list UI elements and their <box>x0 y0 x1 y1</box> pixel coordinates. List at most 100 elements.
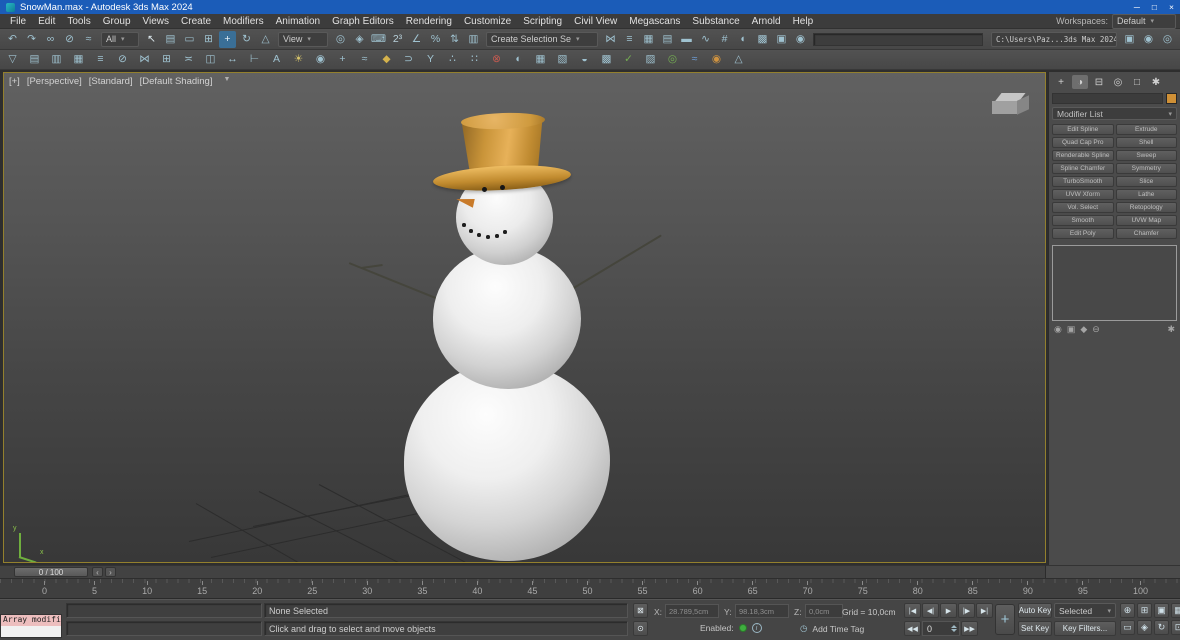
modifier-extrude-button[interactable]: Extrude <box>1116 124 1178 135</box>
zoom-extents-icon[interactable]: ▣ <box>1154 603 1169 618</box>
modifier-sweep-button[interactable]: Sweep <box>1116 150 1178 161</box>
modifier-renderable-spline-button[interactable]: Renderable Spline <box>1052 150 1114 161</box>
menubar-item[interactable]: Customize <box>458 16 517 27</box>
previous-frame-button[interactable]: ◀| <box>922 603 939 618</box>
unwrap-uvw-icon[interactable]: ▧ <box>554 51 571 68</box>
next-frame-button[interactable]: |▶ <box>958 603 975 618</box>
play-button[interactable]: ▶ <box>940 603 957 618</box>
light-icon[interactable]: ☀ <box>290 51 307 68</box>
morph-icon[interactable]: ◒ <box>576 51 593 68</box>
render-flyout-icon[interactable]: ▣ <box>1121 31 1138 48</box>
select-and-move-icon[interactable]: + <box>219 31 236 48</box>
modifier-edit-spline-button[interactable]: Edit Spline <box>1052 124 1114 135</box>
modifier-list-dropdown[interactable]: Modifier List <box>1052 107 1177 120</box>
auto-key-button[interactable]: Auto Key <box>1018 603 1052 618</box>
menubar-item[interactable]: File <box>4 16 32 27</box>
skin-icon[interactable]: ▩ <box>598 51 615 68</box>
snaps-toggle-icon[interactable]: 2³ <box>389 31 406 48</box>
menubar-item[interactable]: Scripting <box>517 16 568 27</box>
menubar-item[interactable]: Group <box>97 16 137 27</box>
reference-coordinate-dropdown[interactable]: View <box>278 32 328 47</box>
time-slider-handle[interactable]: 0 / 100 <box>14 567 88 577</box>
arnold-icon[interactable]: △ <box>730 51 747 68</box>
modifier-quad-cap-pro-button[interactable]: Quad Cap Pro <box>1052 137 1114 148</box>
show-end-result-icon[interactable]: ▣ <box>1067 324 1076 335</box>
menubar-item[interactable]: Graph Editors <box>326 16 400 27</box>
physics-icon[interactable]: ✓ <box>620 51 637 68</box>
menubar-item[interactable]: Substance <box>686 16 745 27</box>
workspaces-dropdown[interactable]: Default <box>1112 14 1176 29</box>
crowd-icon[interactable]: ∴ <box>444 51 461 68</box>
select-object-icon[interactable]: ↖ <box>143 31 160 48</box>
schematic-view-icon[interactable]: # <box>716 31 733 48</box>
modifier-retopology-button[interactable]: Retopology <box>1116 202 1178 213</box>
teapot-icon[interactable]: ◆ <box>378 51 395 68</box>
menubar-item[interactable]: Megascans <box>623 16 686 27</box>
next-key-button[interactable]: ▶▶ <box>961 621 978 636</box>
modifier-spline-chamfer-button[interactable]: Spline Chamfer <box>1052 163 1114 174</box>
orbit-icon[interactable]: ↻ <box>1154 620 1169 635</box>
spacing-tool-icon[interactable]: ↔ <box>224 51 241 68</box>
massfx-icon[interactable]: ◎ <box>664 51 681 68</box>
angle-snap-icon[interactable]: ∠ <box>408 31 425 48</box>
particles-icon[interactable]: ∷ <box>466 51 483 68</box>
tab-create[interactable]: + <box>1053 75 1069 89</box>
modifier-lathe-button[interactable]: Lathe <box>1116 189 1178 200</box>
render-setup-icon[interactable]: ▩ <box>754 31 771 48</box>
project-path-dropdown[interactable]: C:\Users\Paz...3ds Max 2024 <box>991 32 1117 47</box>
align-icon[interactable]: ≡ <box>621 31 638 48</box>
select-by-name-icon[interactable]: ▤ <box>162 31 179 48</box>
configure-modifier-sets-icon[interactable]: ✱ <box>1167 324 1175 335</box>
isolate-selection-icon[interactable]: ⊙ <box>633 621 648 636</box>
z-coordinate-field[interactable]: 0,0cm <box>805 604 843 618</box>
macro-recorder-line[interactable]: Array modifi <box>1 615 61 626</box>
layer-explorer-icon[interactable]: ▤ <box>659 31 676 48</box>
menubar-item[interactable]: Modifiers <box>217 16 270 27</box>
menubar-item[interactable]: Civil View <box>568 16 623 27</box>
tab-motion[interactable]: ◎ <box>1110 75 1126 89</box>
pan-icon[interactable]: ◈ <box>1137 620 1152 635</box>
use-pivot-center-icon[interactable]: ◎ <box>332 31 349 48</box>
spinner-snap-icon[interactable]: ⇅ <box>446 31 463 48</box>
previous-frame-arrow[interactable]: ‹ <box>92 567 103 577</box>
maximize-viewport-icon[interactable]: ⊡ <box>1171 620 1180 635</box>
percent-snap-icon[interactable]: % <box>427 31 444 48</box>
tab-utilities[interactable]: ✱ <box>1148 75 1164 89</box>
render-production-icon[interactable]: ◉ <box>792 31 809 48</box>
undo-icon[interactable]: ↶ <box>4 31 21 48</box>
menubar-item[interactable]: Rendering <box>400 16 458 27</box>
mirror-icon[interactable]: ⋈ <box>602 31 619 48</box>
enabled-indicator[interactable] <box>739 624 747 632</box>
selection-filter-dropdown[interactable]: All <box>101 32 139 47</box>
object-name-field[interactable] <box>1052 93 1163 104</box>
current-frame-field[interactable]: 0 <box>922 621 960 636</box>
previous-key-button[interactable]: ◀◀ <box>904 621 921 636</box>
time-tag-group[interactable]: ◷ Add Time Tag <box>800 623 864 634</box>
selection-set-dropdown[interactable]: Selected <box>1054 603 1116 618</box>
array-tool-icon[interactable]: ⊞ <box>158 51 175 68</box>
modifier-turbosmooth-button[interactable]: TurboSmooth <box>1052 176 1114 187</box>
add-keyframe-button[interactable]: + <box>995 604 1015 635</box>
viewport-shading-token[interactable]: [Default Shading] <box>140 76 213 87</box>
space-warp-icon[interactable]: ≈ <box>356 51 373 68</box>
zoom-region-icon[interactable]: ▭ <box>1120 620 1135 635</box>
tab-hierarchy[interactable]: ⊟ <box>1091 75 1107 89</box>
key-filters-button[interactable]: Key Filters... <box>1054 621 1116 636</box>
modifier-edit-poly-button[interactable]: Edit Poly <box>1052 228 1114 239</box>
select-and-link-icon[interactable]: ∞ <box>42 31 59 48</box>
bind-to-space-warp-icon[interactable]: ≈ <box>80 31 97 48</box>
layers-icon[interactable]: ▥ <box>48 51 65 68</box>
modifier-slice-button[interactable]: Slice <box>1116 176 1178 187</box>
menubar-item[interactable]: Create <box>175 16 217 27</box>
pin-stack-icon[interactable]: ◉ <box>1054 324 1062 335</box>
tab-modify[interactable]: ◑ <box>1072 75 1088 89</box>
perspective-viewport[interactable]: [+] [Perspective] [Standard] [Default Sh… <box>3 72 1046 563</box>
curve-editor-icon[interactable]: ∿ <box>697 31 714 48</box>
track-bar[interactable]: 0510152025303540455055606570758085909510… <box>0 578 1180 599</box>
remove-modifier-icon[interactable]: ⊖ <box>1092 324 1100 335</box>
add-time-tag-label[interactable]: Add Time Tag <box>812 624 864 634</box>
modifier-shell-button[interactable]: Shell <box>1116 137 1178 148</box>
unlink-selection-icon[interactable]: ⊘ <box>61 31 78 48</box>
viewport-settings-caret-icon[interactable]: ▼ <box>223 76 230 87</box>
menubar-item[interactable]: Help <box>787 16 820 27</box>
